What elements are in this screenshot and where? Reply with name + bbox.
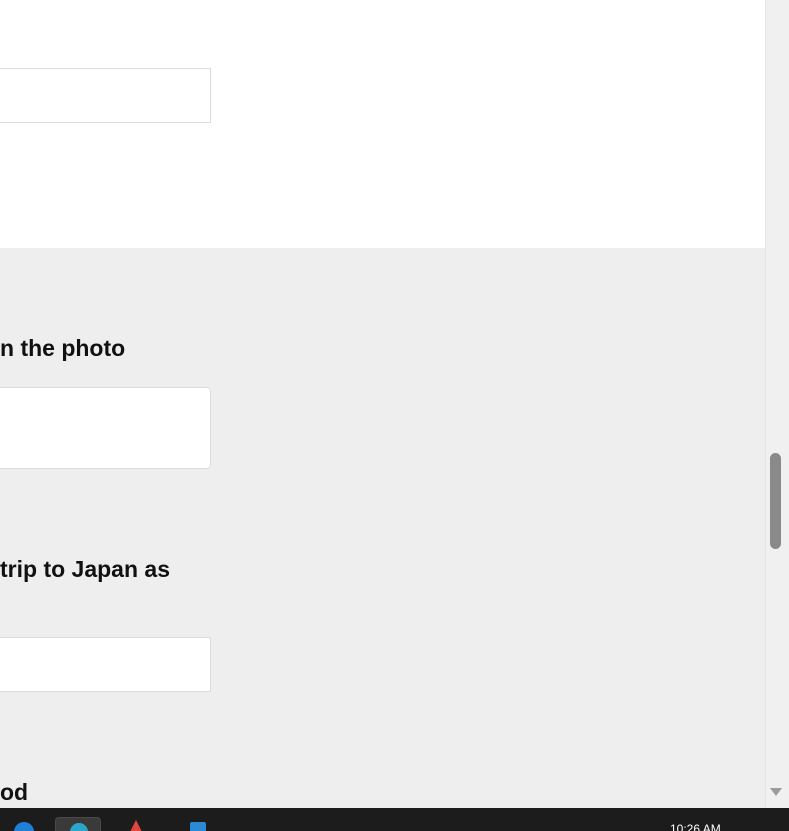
active-app-icon — [70, 823, 88, 831]
text-input-1-field[interactable] — [0, 69, 210, 122]
text-input-japan-trip[interactable] — [0, 637, 211, 692]
question-label-photo: n the photo — [0, 335, 126, 361]
scrollbar-thumb[interactable] — [770, 453, 781, 549]
taskbar-active-app-button[interactable] — [55, 817, 101, 831]
text-input-japan-trip-field[interactable] — [0, 638, 210, 691]
store-icon[interactable] — [187, 818, 209, 831]
form-section-bottom: n the photo trip to Japan as od — [0, 248, 765, 808]
app-icon[interactable] — [125, 818, 147, 831]
edge-icon[interactable] — [10, 818, 38, 831]
textarea-photo-field[interactable] — [0, 388, 210, 468]
scroll-down-arrow-icon[interactable] — [770, 788, 782, 796]
vertical-scrollbar[interactable] — [765, 0, 789, 808]
web-page: n the photo trip to Japan as od — [0, 0, 765, 808]
taskbar-clock[interactable]: 10:26 AM — [670, 822, 721, 831]
text-input-1[interactable] — [0, 68, 211, 123]
form-section-top — [0, 0, 765, 248]
taskbar: 10:26 AM — [0, 808, 789, 831]
question-label-food: od — [0, 779, 29, 805]
question-label-japan-trip: trip to Japan as — [0, 556, 170, 582]
textarea-photo[interactable] — [0, 387, 211, 469]
